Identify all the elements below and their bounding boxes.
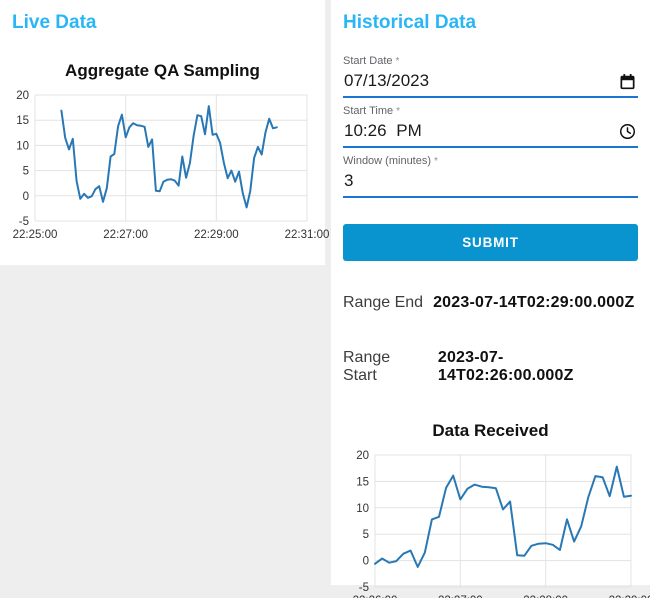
required-marker: * bbox=[395, 56, 400, 67]
page: Live Data Aggregate QA Sampling 20 15 10 5 0… bbox=[0, 0, 650, 598]
svg-text:22:25:00: 22:25:00 bbox=[13, 229, 58, 241]
svg-text:20: 20 bbox=[356, 450, 369, 462]
svg-text:10: 10 bbox=[356, 503, 369, 515]
range-end-value: 2023-07-14T02:29:00.000Z bbox=[433, 294, 635, 311]
field-start-date: Start Date * 07/13/2023 bbox=[343, 55, 638, 98]
start-date-input[interactable]: 07/13/2023 bbox=[343, 68, 638, 98]
start-time-input[interactable]: 10:26 PM bbox=[343, 118, 638, 148]
range-start-row: Range Start 2023-07-14T02:26:00.000Z bbox=[343, 349, 638, 385]
svg-text:5: 5 bbox=[23, 166, 29, 178]
calendar-icon[interactable] bbox=[619, 73, 636, 90]
range-start-label: Range Start bbox=[343, 349, 391, 384]
clock-icon[interactable] bbox=[619, 123, 636, 140]
svg-text:22:29:00: 22:29:00 bbox=[194, 229, 239, 241]
svg-text:22:27:00: 22:27:00 bbox=[103, 229, 148, 241]
live-data-panel: Live Data Aggregate QA Sampling 20 15 10 5 0… bbox=[0, 0, 330, 265]
required-marker: * bbox=[396, 106, 401, 117]
svg-text:-5: -5 bbox=[19, 216, 29, 228]
svg-text:22:31:00: 22:31:00 bbox=[285, 229, 330, 241]
range-end-row: Range End 2023-07-14T02:29:00.000Z bbox=[343, 294, 638, 312]
historical-data-title: Historical Data bbox=[343, 12, 477, 33]
svg-text:0: 0 bbox=[23, 191, 29, 203]
svg-text:15: 15 bbox=[356, 476, 369, 488]
live-chart: 20 15 10 5 0 -522:25:00 22:27:00 22:29:00 22:31:… bbox=[13, 90, 330, 241]
svg-text:15: 15 bbox=[16, 115, 29, 127]
required-marker: * bbox=[434, 156, 438, 167]
svg-text:-5: -5 bbox=[359, 582, 369, 594]
submit-button[interactable]: SUBMIT bbox=[343, 224, 638, 261]
start-date-label: Start Date bbox=[343, 55, 393, 67]
historical-data-panel: Historical Data Start Date * 07/13/2023 S… bbox=[331, 0, 650, 598]
svg-text:5: 5 bbox=[363, 529, 369, 541]
svg-text:0: 0 bbox=[363, 556, 369, 568]
field-window-minutes: Window (minutes) * 3 bbox=[343, 155, 638, 198]
historical-chart: 20151050-522:26:0022:27:0022:28:0022:29:… bbox=[353, 450, 650, 598]
historical-chart-title: Data Received bbox=[432, 421, 549, 440]
live-data-title: Live Data bbox=[12, 12, 97, 33]
svg-text:10: 10 bbox=[16, 140, 29, 152]
range-end-label: Range End bbox=[343, 294, 424, 311]
svg-text:20: 20 bbox=[16, 90, 29, 102]
range-start-value: 2023-07-14T02:26:00.000Z bbox=[437, 349, 574, 384]
window-minutes-input[interactable]: 3 bbox=[343, 168, 638, 198]
live-chart-title: Aggregate QA Sampling bbox=[65, 61, 260, 80]
window-minutes-label: Window (minutes) bbox=[343, 155, 432, 167]
field-start-time: Start Time * 10:26 PM bbox=[343, 105, 638, 148]
start-time-label: Start Time bbox=[343, 105, 394, 117]
